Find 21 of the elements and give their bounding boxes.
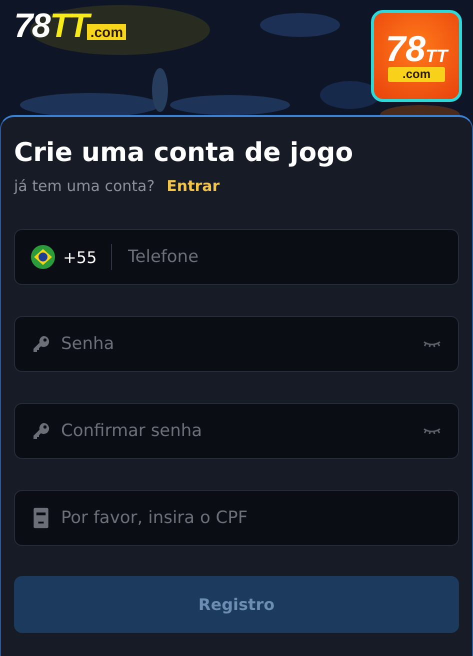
password-input[interactable]: Senha [59,333,414,355]
phone-field[interactable]: +55 Telefone [14,229,459,285]
password-field[interactable]: Senha [14,316,459,372]
cpf-field[interactable]: Por favor, insira o CPF [14,490,459,546]
app-icon[interactable]: 78TT .com [371,10,462,102]
password-input[interactable]: Confirmar senha [59,420,414,442]
cpf-input[interactable]: Por favor, insira o CPF [59,507,442,529]
phone-input[interactable]: Telefone [126,246,442,268]
key-icon [31,333,51,355]
login-link[interactable]: Entrar [166,177,220,195]
key-icon [31,420,51,442]
login-prompt: já tem uma conta? [14,177,155,195]
logo-domain: .com [87,24,126,40]
form-title: Crie uma conta de jogo [14,137,354,170]
eye-closed-icon[interactable] [422,426,442,436]
document-icon [31,507,51,529]
logo-number: 78 [14,8,50,44]
eye-closed-icon[interactable] [422,339,442,349]
country-code[interactable]: +55 [63,248,97,266]
flag-icon [31,245,55,269]
password-field[interactable]: Confirmar senha [14,403,459,459]
